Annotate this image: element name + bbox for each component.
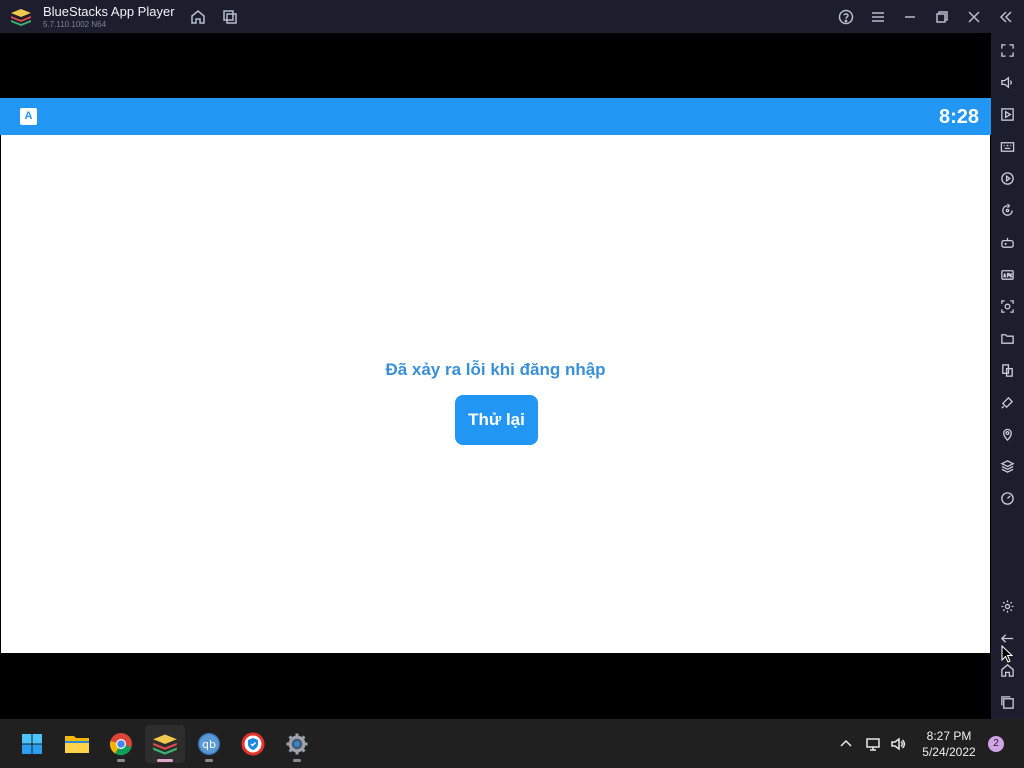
sync-button[interactable] (997, 200, 1017, 220)
clock-time: 8:27 PM (926, 729, 972, 743)
taskbar-qbittorrent[interactable]: qb (189, 725, 229, 763)
status-time: 8:28 (938, 106, 979, 128)
retry-button[interactable]: Thử lại (455, 395, 538, 445)
running-indicator (117, 759, 125, 762)
chrome-icon (109, 733, 132, 756)
folder-icon (1000, 333, 1014, 344)
qbittorrent-icon: qb (198, 733, 220, 755)
settings-button[interactable] (997, 596, 1017, 616)
multi-instance-icon (1001, 363, 1013, 377)
recent-apps-button[interactable] (997, 692, 1017, 712)
speaker-icon (891, 737, 906, 750)
volume-icon (1000, 76, 1012, 88)
notification-badge[interactable]: 2 (988, 736, 1004, 752)
bluestacks-icon (153, 734, 177, 755)
back-icon (1000, 633, 1013, 643)
help-button[interactable] (835, 6, 857, 28)
show-hidden-icons-button[interactable] (838, 719, 854, 768)
screenshot-button[interactable] (997, 296, 1017, 316)
taskbar-settings[interactable] (277, 725, 317, 763)
layers-button[interactable] (997, 456, 1017, 476)
taskbar-chrome[interactable] (101, 725, 141, 763)
restore-icon (936, 11, 948, 23)
right-sidebar (991, 33, 1024, 719)
volume-control[interactable] (890, 719, 906, 768)
apk-icon (1000, 269, 1014, 280)
rotate-sync-icon (1001, 202, 1013, 216)
layers-icon (999, 459, 1015, 473)
running-indicator (293, 759, 301, 762)
mouse-cursor-icon (1001, 645, 1013, 663)
minimize-button[interactable] (899, 6, 921, 28)
game-controls-button[interactable] (997, 232, 1017, 252)
multi-instance-manager-button[interactable] (997, 360, 1017, 380)
taskbar-file-explorer[interactable] (57, 725, 97, 763)
restore-button[interactable] (931, 6, 953, 28)
keyboard-controls-button[interactable] (997, 136, 1017, 156)
app-notification-icon: A (20, 108, 37, 125)
performance-button[interactable] (997, 488, 1017, 508)
windows-start-icon (22, 734, 42, 754)
close-icon (968, 11, 980, 23)
multi-instance-button[interactable] (219, 6, 241, 28)
taskbar-vpn[interactable] (233, 725, 273, 763)
app-version: 5.7.110.1002 N64 (43, 20, 107, 29)
gamepad-icon (1000, 237, 1014, 248)
home-icon (191, 10, 205, 24)
folder-icon (65, 736, 89, 753)
vpn-shield-icon (241, 732, 265, 756)
help-icon (838, 9, 854, 25)
keyboard-icon (1000, 141, 1014, 152)
media-manager-button[interactable] (997, 104, 1017, 124)
settings-icon (1000, 599, 1014, 613)
app-content: Đã xảy ra lỗi khi đăng nhập Thử lại (1, 135, 990, 653)
bluestacks-logo-icon (11, 9, 31, 26)
macro-icon (1000, 171, 1014, 185)
android-home-button[interactable] (997, 660, 1017, 680)
taskbar-bluestacks[interactable] (145, 725, 185, 763)
recent-apps-icon (1000, 695, 1014, 709)
multi-instance-icon (223, 10, 237, 24)
performance-icon (1000, 491, 1014, 505)
running-indicator (205, 759, 213, 762)
windows-taskbar: qb 8:27 PM 5/24/2022 (0, 719, 1024, 768)
android-screen: A 8:28 Đã xảy ra lỗi khi đăng nhập Thử l… (0, 33, 991, 719)
title-bar: BlueStacks App Player 5.7.110.1002 N64 (0, 0, 1024, 33)
eco-mode-icon (1000, 396, 1013, 409)
volume-button[interactable] (997, 72, 1017, 92)
start-button[interactable] (12, 725, 52, 763)
settings-gear-icon (286, 733, 308, 755)
collapse-sidebar-button[interactable] (995, 6, 1017, 28)
svg-text:qb: qb (202, 738, 216, 751)
network-status[interactable] (865, 719, 881, 768)
screenshot-icon (1000, 299, 1014, 313)
android-status-bar: A 8:28 (0, 98, 991, 135)
fullscreen-icon (1000, 43, 1014, 57)
network-icon (866, 737, 880, 751)
chevron-up-icon (840, 739, 852, 747)
install-apk-button[interactable] (997, 264, 1017, 284)
window-title: BlueStacks App Player (43, 4, 175, 19)
login-error-message: Đã xảy ra lỗi khi đăng nhập (385, 360, 606, 379)
double-chevron-left-icon (999, 11, 1012, 23)
hamburger-menu-icon (872, 12, 884, 22)
menu-button[interactable] (867, 6, 889, 28)
eco-mode-button[interactable] (997, 392, 1017, 412)
file-manager-button[interactable] (997, 328, 1017, 348)
location-icon (1002, 428, 1012, 441)
system-clock[interactable]: 8:27 PM 5/24/2022 (915, 728, 983, 760)
home-button[interactable] (187, 6, 209, 28)
fullscreen-button[interactable] (997, 40, 1017, 60)
minimize-icon (905, 16, 915, 18)
clock-date: 5/24/2022 (922, 745, 976, 759)
location-button[interactable] (997, 424, 1017, 444)
macro-button[interactable] (997, 168, 1017, 188)
close-button[interactable] (963, 6, 985, 28)
media-icon (1000, 107, 1014, 121)
home-icon (1000, 663, 1014, 677)
active-indicator (157, 759, 173, 762)
